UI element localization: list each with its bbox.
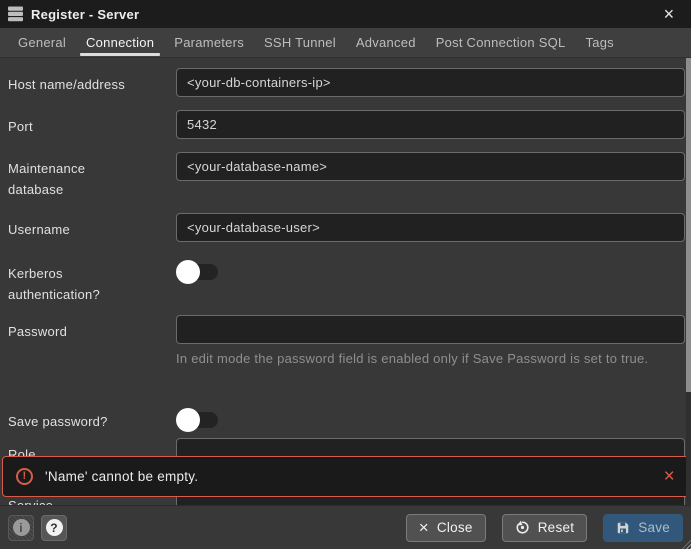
maintenance-db-input[interactable] — [176, 152, 685, 181]
username-row: Username — [8, 213, 685, 242]
tab-bar: General Connection Parameters SSH Tunnel… — [0, 28, 691, 58]
host-row: Host name/address — [8, 68, 685, 97]
dialog-title: Register - Server — [31, 7, 139, 22]
reset-icon — [515, 520, 530, 535]
password-label: Password — [8, 315, 128, 342]
reset-button[interactable]: Reset — [502, 514, 588, 542]
tab-post-connection-sql[interactable]: Post Connection SQL — [426, 28, 576, 57]
error-banner-close-icon[interactable]: × — [664, 467, 675, 486]
save-button[interactable]: Save — [603, 514, 683, 542]
close-x-icon: × — [419, 519, 429, 536]
maintenance-db-row: Maintenance database — [8, 152, 685, 200]
toggle-knob — [176, 408, 200, 432]
info-icon: i — [13, 519, 30, 536]
sql-help-button[interactable]: i — [8, 515, 34, 541]
server-stack-icon — [8, 6, 23, 22]
close-button[interactable]: × Close — [406, 514, 486, 542]
register-server-dialog: Register - Server × General Connection P… — [0, 0, 691, 549]
password-input[interactable] — [176, 315, 685, 344]
dialog-help-button[interactable]: ? — [41, 515, 67, 541]
kerberos-row: Kerberos authentication? — [8, 257, 685, 305]
kerberos-label: Kerberos authentication? — [8, 257, 128, 305]
error-icon: ! — [16, 468, 33, 485]
password-row: Password — [8, 315, 685, 344]
port-input[interactable] — [176, 110, 685, 139]
reset-button-label: Reset — [538, 520, 575, 535]
tab-parameters[interactable]: Parameters — [164, 28, 254, 57]
save-button-label: Save — [638, 520, 670, 535]
error-banner: ! 'Name' cannot be empty. × — [2, 456, 689, 497]
save-password-row: Save password? — [8, 405, 685, 432]
kerberos-toggle[interactable] — [176, 260, 220, 284]
host-label: Host name/address — [8, 68, 128, 95]
title-bar: Register - Server × — [0, 0, 691, 28]
port-label: Port — [8, 110, 128, 137]
tab-tags[interactable]: Tags — [575, 28, 623, 57]
scrollbar-thumb[interactable] — [686, 58, 691, 392]
maintenance-db-label: Maintenance database — [8, 152, 128, 200]
toggle-knob — [176, 260, 200, 284]
window-close-icon[interactable]: × — [659, 5, 679, 23]
error-message: 'Name' cannot be empty. — [45, 469, 198, 484]
tab-advanced[interactable]: Advanced — [346, 28, 426, 57]
password-helper-text: In edit mode the password field is enabl… — [176, 346, 654, 372]
tab-connection[interactable]: Connection — [76, 28, 164, 57]
port-row: Port — [8, 110, 685, 139]
save-password-toggle[interactable] — [176, 408, 220, 432]
save-floppy-icon — [616, 521, 630, 535]
footer-bar: i ? × Close Reset — [0, 505, 691, 549]
vertical-scrollbar[interactable] — [686, 58, 691, 505]
close-button-label: Close — [437, 520, 473, 535]
username-input[interactable] — [176, 213, 685, 242]
username-label: Username — [8, 213, 128, 240]
save-password-label: Save password? — [8, 405, 128, 432]
help-icon: ? — [46, 519, 63, 536]
host-input[interactable] — [176, 68, 685, 97]
tab-ssh-tunnel[interactable]: SSH Tunnel — [254, 28, 346, 57]
tab-general[interactable]: General — [8, 28, 76, 57]
footer-buttons: × Close Reset — [406, 514, 683, 542]
